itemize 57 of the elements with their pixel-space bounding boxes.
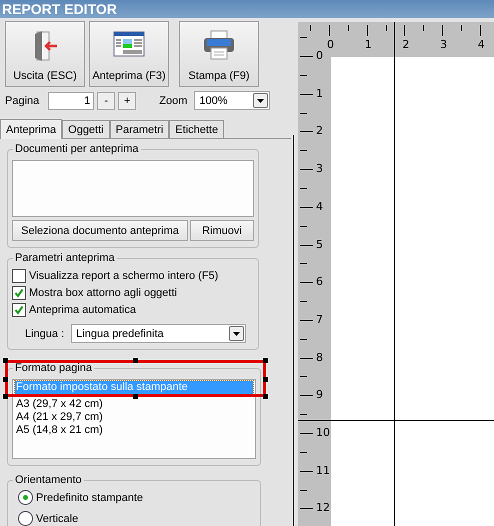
selection-frame[interactable] bbox=[5, 360, 266, 397]
page-format-list[interactable]: Formato impostato sulla stampante A3 (29,7 x 42 cm) A4 (21 x 29,7 cm) A5 (14,8 x 21 cm) bbox=[12, 379, 256, 459]
tab[interactable]: Oggetti bbox=[62, 120, 110, 138]
ruler-number: 0 bbox=[327, 39, 334, 51]
remove-button[interactable]: Rimuovi bbox=[190, 220, 254, 241]
group-title: Orientamento bbox=[13, 474, 84, 486]
ruler-number: 9 bbox=[316, 389, 323, 402]
tab[interactable]: Etichette bbox=[169, 120, 224, 138]
select-document-button[interactable]: Seleziona documento anteprima bbox=[12, 220, 188, 241]
printer-icon bbox=[202, 30, 236, 60]
zoom-label: Zoom bbox=[159, 94, 188, 106]
ruler-number: 1 bbox=[364, 39, 372, 51]
checkbox[interactable] bbox=[12, 302, 26, 316]
ruler-number: 1 bbox=[316, 88, 323, 100]
list-item[interactable]: A3 (29,7 x 42 cm) bbox=[15, 398, 253, 411]
ruler-number: 0 bbox=[316, 50, 323, 62]
window-preview-icon bbox=[113, 30, 145, 58]
radio-button[interactable] bbox=[18, 511, 33, 526]
language-dropdown[interactable]: Lingua predefinita bbox=[71, 324, 246, 343]
window-title: REPORT EDITOR bbox=[0, 0, 494, 18]
tab[interactable]: Parametri bbox=[110, 120, 170, 138]
list-item[interactable]: A5 (14,8 x 21 cm) bbox=[15, 424, 253, 437]
ruler-number: 7 bbox=[316, 314, 323, 326]
ruler-number: 2 bbox=[316, 125, 323, 138]
zoom-dropdown[interactable]: 100% bbox=[194, 91, 270, 110]
checkbox[interactable] bbox=[12, 268, 26, 282]
ruler-number: 12 bbox=[316, 502, 330, 514]
ruler-number: 4 bbox=[478, 39, 485, 51]
page-label: Pagina bbox=[5, 94, 40, 106]
list-item[interactable]: A4 (21 x 29,7 cm) bbox=[15, 411, 253, 424]
radio-button[interactable] bbox=[18, 490, 33, 505]
checkbox-label: Mostra box attorno agli oggetti bbox=[29, 286, 177, 298]
radio-label: Predefinito stampante bbox=[36, 492, 144, 504]
page-field[interactable]: 1 bbox=[48, 92, 94, 110]
ruler-number: 5 bbox=[316, 238, 323, 250]
toolbar-button[interactable]: Stampa (F9) bbox=[179, 21, 259, 87]
ruler-number: 6 bbox=[316, 276, 323, 288]
tab[interactable]: Anteprima bbox=[0, 119, 62, 139]
group-title: Parametri anteprima bbox=[13, 252, 117, 264]
group-title: Formato pagina bbox=[13, 362, 94, 374]
previous-page-button[interactable]: - bbox=[97, 92, 116, 110]
ruler-number: 3 bbox=[316, 163, 323, 176]
toolbar-button[interactable]: Anteprima (F3) bbox=[89, 21, 169, 87]
group-title: Documenti per anteprima bbox=[13, 143, 141, 155]
toolbar-button[interactable]: Uscita (ESC) bbox=[5, 21, 85, 87]
ruler-number: 8 bbox=[316, 352, 323, 364]
next-page-button[interactable]: + bbox=[118, 92, 136, 110]
ruler-number: 11 bbox=[316, 464, 330, 477]
ruler-number: 2 bbox=[402, 39, 410, 51]
ruler-number: 3 bbox=[440, 39, 448, 51]
ruler-number: 10 bbox=[316, 427, 330, 439]
checkbox[interactable] bbox=[12, 286, 26, 300]
checkbox-label: Visualizza report a schermo intero (F5) bbox=[29, 270, 218, 282]
ruler-number: 4 bbox=[316, 200, 323, 213]
checkbox-label: Anteprima automatica bbox=[29, 304, 136, 316]
radio-label: Verticale bbox=[36, 512, 78, 524]
language-label: Lingua : bbox=[25, 328, 64, 340]
